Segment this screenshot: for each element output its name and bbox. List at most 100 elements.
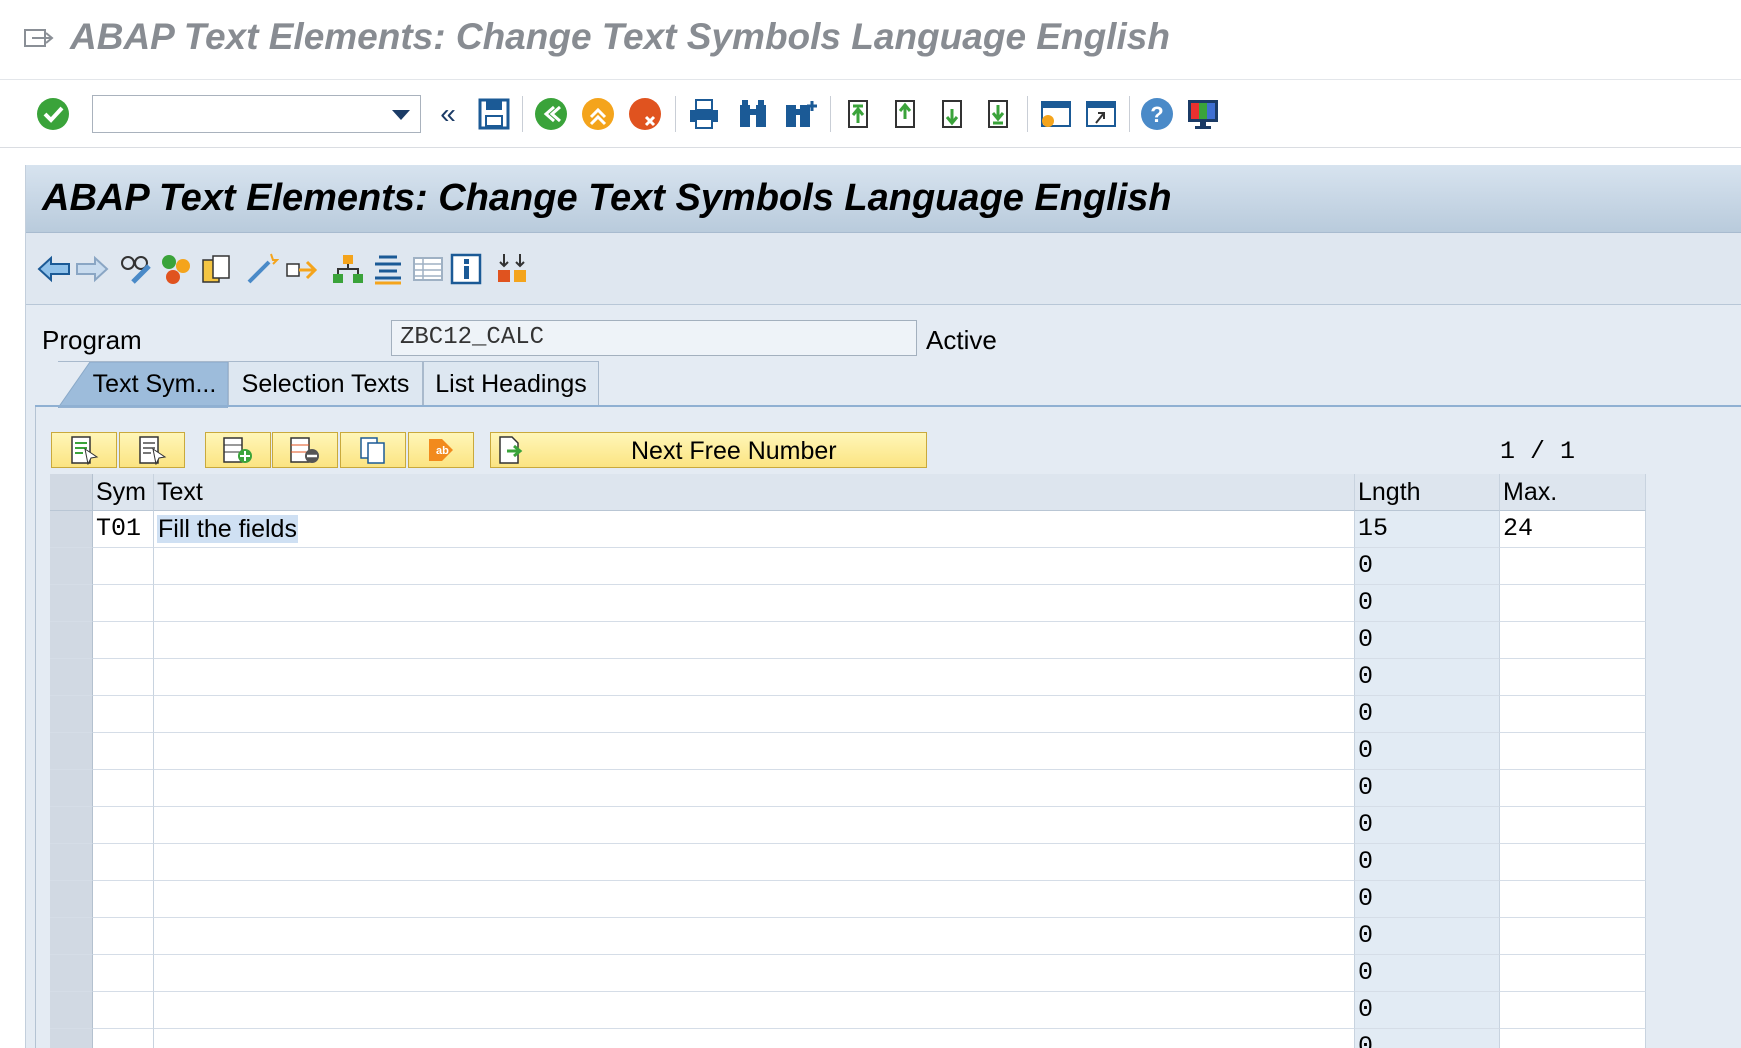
other-object-icon[interactable] (198, 251, 234, 287)
save-icon[interactable] (476, 96, 512, 132)
text-cell[interactable] (154, 733, 1355, 770)
activate-icon[interactable] (158, 251, 194, 287)
next-page-icon[interactable] (934, 96, 970, 132)
expand-collapse-icon[interactable] (494, 251, 530, 287)
table-row[interactable]: 0 (50, 955, 1648, 992)
row-selector[interactable] (50, 955, 93, 992)
row-selector[interactable] (50, 511, 93, 548)
arrow-left-icon[interactable] (36, 251, 72, 287)
table-row[interactable]: 0 (50, 881, 1648, 918)
row-selector[interactable] (50, 770, 93, 807)
sym-cell[interactable] (93, 622, 154, 659)
exit-icon[interactable] (580, 96, 616, 132)
program-field[interactable]: ZBC12_CALC (391, 320, 917, 356)
row-selector[interactable] (50, 918, 93, 955)
hierarchy-icon[interactable] (330, 251, 366, 287)
max-cell[interactable] (1500, 548, 1646, 585)
command-input[interactable] (93, 96, 383, 130)
info-icon[interactable] (448, 251, 484, 287)
previous-page-icon[interactable] (887, 96, 923, 132)
text-cell[interactable] (154, 622, 1355, 659)
sym-cell[interactable] (93, 1029, 154, 1048)
copy-button[interactable] (340, 432, 406, 468)
select-all-cell[interactable] (50, 474, 93, 511)
text-cell[interactable] (154, 844, 1355, 881)
row-selector[interactable] (50, 659, 93, 696)
tab-text-symbols[interactable]: Text Sym... (58, 361, 228, 408)
table-row[interactable]: 0 (50, 733, 1648, 770)
list-align-icon[interactable] (370, 251, 406, 287)
where-used-icon[interactable] (284, 251, 320, 287)
max-cell[interactable] (1500, 844, 1646, 881)
max-cell[interactable] (1500, 881, 1646, 918)
row-selector[interactable] (50, 807, 93, 844)
column-header-max[interactable]: Max. (1500, 474, 1646, 511)
table-row[interactable]: 0 (50, 918, 1648, 955)
max-cell[interactable]: 24 (1500, 511, 1646, 548)
table-row[interactable]: 0 (50, 696, 1648, 733)
find-icon[interactable] (735, 96, 771, 132)
sym-cell[interactable] (93, 918, 154, 955)
column-header-sym[interactable]: Sym (93, 474, 154, 511)
help-icon[interactable]: ? (1139, 96, 1175, 132)
enter-icon[interactable] (35, 96, 71, 132)
translate-button[interactable]: ab (408, 432, 474, 468)
table-row[interactable]: 0 (50, 992, 1648, 1029)
chevron-down-icon[interactable] (392, 110, 410, 120)
sym-cell[interactable]: T01 (93, 511, 154, 548)
row-selector[interactable] (50, 696, 93, 733)
sym-cell[interactable] (93, 844, 154, 881)
column-header-lngth[interactable]: Lngth (1355, 474, 1500, 511)
table-row[interactable]: 0 (50, 770, 1648, 807)
table-row[interactable]: 0 (50, 659, 1648, 696)
text-cell[interactable] (154, 807, 1355, 844)
table-row[interactable]: 0 (50, 1029, 1648, 1048)
text-cell[interactable] (154, 881, 1355, 918)
max-cell[interactable] (1500, 770, 1646, 807)
text-cell[interactable] (154, 585, 1355, 622)
sym-cell[interactable] (93, 807, 154, 844)
shortcut-icon[interactable] (1083, 96, 1119, 132)
max-cell[interactable] (1500, 659, 1646, 696)
table-row[interactable]: 0 (50, 844, 1648, 881)
text-cell[interactable] (154, 696, 1355, 733)
max-cell[interactable] (1500, 585, 1646, 622)
sym-cell[interactable] (93, 770, 154, 807)
last-page-icon[interactable] (980, 96, 1016, 132)
tab-selection-texts[interactable]: Selection Texts (228, 361, 423, 407)
text-cell[interactable] (154, 955, 1355, 992)
max-cell[interactable] (1500, 622, 1646, 659)
table-view-icon[interactable] (410, 251, 446, 287)
max-cell[interactable] (1500, 992, 1646, 1029)
max-cell[interactable] (1500, 696, 1646, 733)
customize-layout-icon[interactable] (1185, 96, 1221, 132)
sym-cell[interactable] (93, 733, 154, 770)
sym-cell[interactable] (93, 696, 154, 733)
sym-cell[interactable] (93, 992, 154, 1029)
table-row[interactable]: T01 Fill the fields 15 24 (50, 511, 1648, 548)
row-selector[interactable] (50, 844, 93, 881)
max-cell[interactable] (1500, 955, 1646, 992)
back-icon[interactable] (533, 96, 569, 132)
table-row[interactable]: 0 (50, 585, 1648, 622)
magic-wand-icon[interactable] (244, 251, 280, 287)
row-selector[interactable] (50, 622, 93, 659)
row-selector[interactable] (50, 585, 93, 622)
text-cell[interactable] (154, 659, 1355, 696)
column-header-text[interactable]: Text (154, 474, 1355, 511)
insert-row-button[interactable] (205, 432, 271, 468)
max-cell[interactable] (1500, 918, 1646, 955)
max-cell[interactable] (1500, 807, 1646, 844)
window-menu-icon[interactable] (24, 26, 54, 50)
history-back-icon[interactable]: « (430, 96, 466, 132)
arrow-right-icon[interactable] (74, 251, 110, 287)
row-selector[interactable] (50, 1029, 93, 1048)
command-field[interactable] (92, 95, 421, 133)
table-row[interactable]: 0 (50, 622, 1648, 659)
display-change-icon[interactable] (118, 251, 154, 287)
table-row[interactable]: 0 (50, 807, 1648, 844)
print-icon[interactable] (686, 96, 722, 132)
text-cell[interactable]: Fill the fields (154, 511, 1355, 548)
delete-row-button[interactable] (272, 432, 338, 468)
detail-view-button[interactable] (51, 432, 117, 468)
